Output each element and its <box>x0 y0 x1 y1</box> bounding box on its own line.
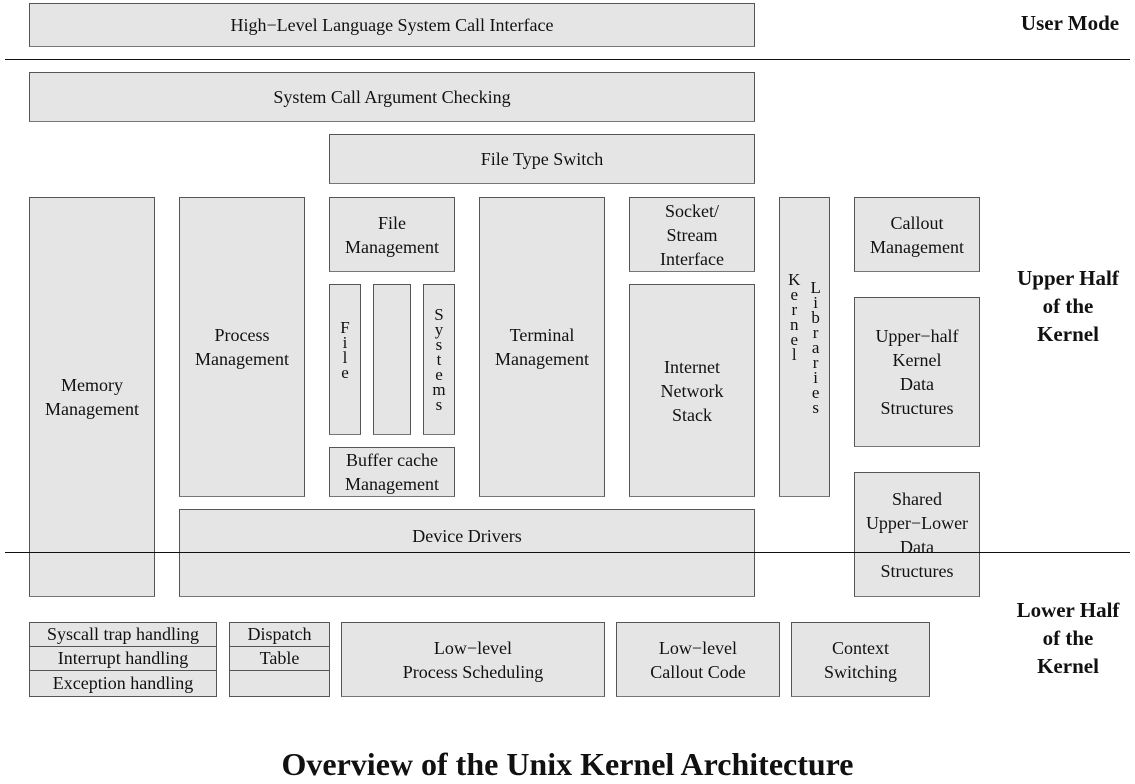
file-systems-left-box: File <box>329 284 361 435</box>
trap-handling-stack: Syscall trap handling Interrupt handling… <box>29 622 217 697</box>
file-type-switch-box: File Type Switch <box>329 134 755 184</box>
region-label-user-mode: User Mode <box>1020 11 1120 35</box>
buffer-cache-management-box: Buffer cache Management <box>329 447 455 497</box>
socket-stream-interface-box: Socket/ Stream Interface <box>629 197 755 272</box>
interrupt-handling-cell: Interrupt handling <box>30 647 216 671</box>
process-management-box: Process Management <box>179 197 305 497</box>
hll-syscall-interface-box: High−Level Language System Call Interfac… <box>29 3 755 47</box>
vertical-letter: s <box>435 395 443 414</box>
dispatch-table-cell-3 <box>230 671 329 695</box>
exception-handling-cell: Exception handling <box>52 672 194 693</box>
internet-network-stack-box: Internet Network Stack <box>629 284 755 497</box>
callout-management-box: Callout Management <box>854 197 980 272</box>
low-level-callout-code-box: Low−level Callout Code <box>616 622 780 697</box>
memory-management-box: Memory Management <box>29 197 155 597</box>
upper-half-data-structures-box: Upper−half Kernel Data Structures <box>854 297 980 447</box>
vertical-letter: e <box>341 362 349 382</box>
kernel-libraries-left-text: Kernel <box>788 271 800 364</box>
vertical-letter: s <box>812 397 819 417</box>
file-systems-middle-box <box>373 284 411 435</box>
vertical-letter: l <box>791 345 797 364</box>
context-switching-box: Context Switching <box>791 622 930 697</box>
syscall-trap-handling-cell: Syscall trap handling <box>30 623 216 647</box>
kernel-libraries-box: Kernel Libraries <box>779 197 830 497</box>
dispatch-table-cell-1: Dispatch <box>230 623 329 647</box>
dispatch-table-cell-2: Table <box>230 647 329 671</box>
low-level-process-scheduling-box: Low−level Process Scheduling <box>341 622 605 697</box>
device-drivers-box: Device Drivers <box>179 509 755 597</box>
file-systems-right-box: Systems <box>423 284 455 435</box>
diagram-title: Overview of the Unix Kernel Architecture <box>281 746 854 782</box>
upper-lower-boundary-line <box>5 552 1130 553</box>
dispatch-table-stack: Dispatch Table <box>229 622 330 697</box>
user-kernel-boundary-line <box>5 59 1130 60</box>
kernel-libraries-right-text: Libraries <box>810 279 820 417</box>
region-label-lower-half: Lower Half of the Kernel <box>1016 598 1120 678</box>
file-systems-left-text: File <box>340 319 349 382</box>
syscall-argument-checking-box: System Call Argument Checking <box>29 72 755 122</box>
shared-upper-lower-data-structures-box: Shared Upper−Lower Data Structures <box>854 472 980 597</box>
file-management-box: File Management <box>329 197 455 272</box>
terminal-management-box: Terminal Management <box>479 197 605 497</box>
region-label-upper-half: Upper Half of the Kernel <box>1017 266 1119 346</box>
file-systems-right-text: Systems <box>432 306 445 414</box>
